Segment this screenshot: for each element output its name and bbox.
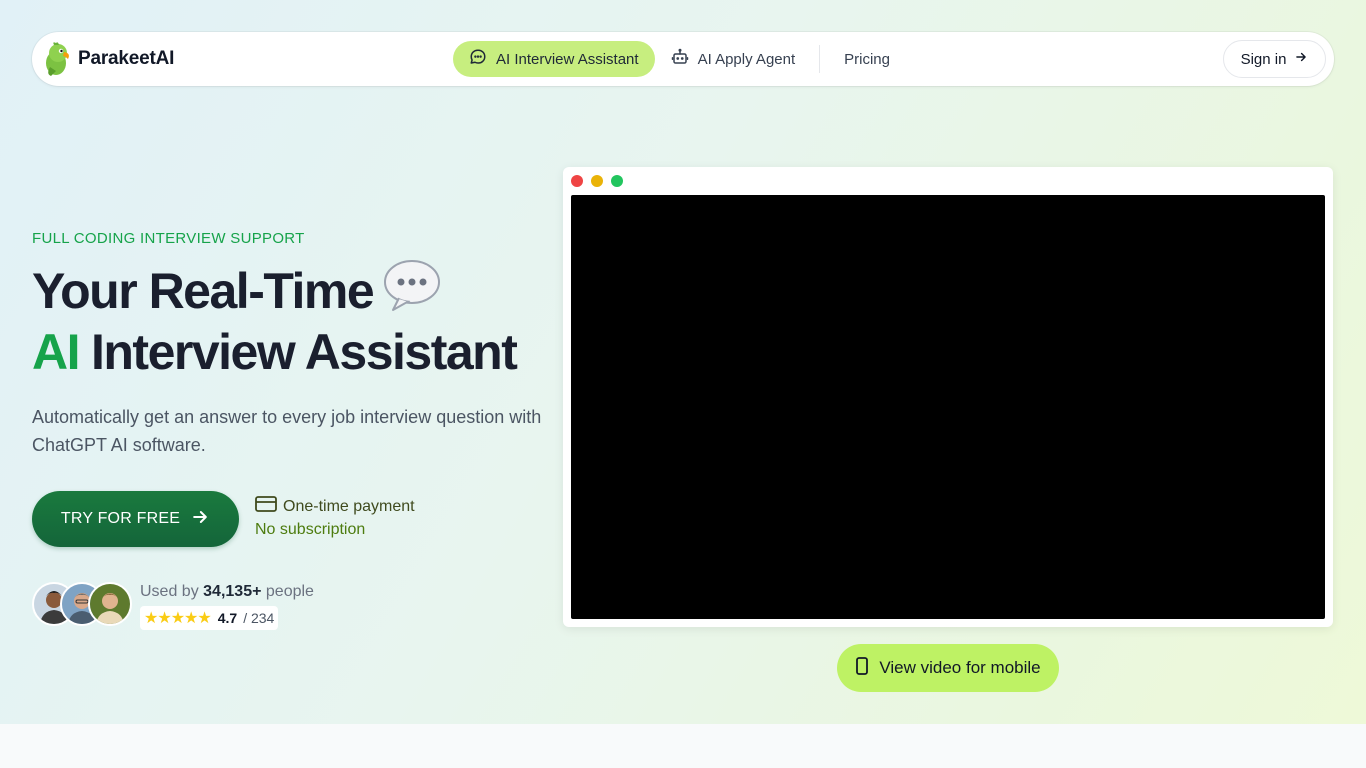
brand-logo[interactable]: ParakeetAI bbox=[42, 41, 174, 77]
mobile-button-label: View video for mobile bbox=[879, 658, 1041, 677]
headline-line-2: Interview Assistant bbox=[91, 324, 518, 380]
navbar: ParakeetAI AI Interview Assistant AI App… bbox=[32, 32, 1334, 86]
star-rating-icon: ★★★★★ bbox=[144, 610, 212, 627]
rating-count: / 234 bbox=[243, 610, 275, 626]
next-section bbox=[0, 724, 1366, 768]
user-avatars bbox=[32, 582, 132, 626]
rating-score: 4.7 bbox=[217, 610, 238, 626]
nav-ai-apply-agent[interactable]: AI Apply Agent bbox=[655, 41, 812, 77]
arrow-right-icon bbox=[190, 507, 210, 532]
social-text: Used by 34,135+ people ★★★★★ 4.7 / 234 bbox=[140, 582, 314, 630]
cta-label: TRY FOR FREE bbox=[60, 510, 181, 527]
hero-eyebrow: FULL CODING INTERVIEW SUPPORT bbox=[32, 230, 305, 247]
used-by-text: Used by 34,135+ people bbox=[140, 582, 314, 602]
nav-item-label: Pricing bbox=[844, 50, 890, 68]
view-mobile-video-button[interactable]: View video for mobile bbox=[837, 644, 1059, 692]
payment-info: One-time payment No subscription bbox=[255, 496, 415, 539]
nav-pricing[interactable]: Pricing bbox=[828, 41, 906, 77]
used-by-prefix: Used by bbox=[140, 583, 199, 600]
rating-badge: ★★★★★ 4.7 / 234 bbox=[140, 606, 279, 630]
sign-in-button[interactable]: Sign in bbox=[1223, 40, 1326, 78]
social-proof: Used by 34,135+ people ★★★★★ 4.7 / 234 bbox=[32, 582, 314, 630]
hero-headline: Your Real-Time AI Interview Assistant bbox=[32, 258, 518, 381]
brand-name: ParakeetAI bbox=[78, 48, 175, 69]
payment-label: One-time payment bbox=[283, 497, 415, 515]
window-close-dot bbox=[571, 175, 583, 187]
window-minimize-dot bbox=[591, 175, 603, 187]
headline-line-1: Your Real-Time bbox=[32, 262, 375, 319]
chat-bubble-icon bbox=[469, 48, 487, 70]
headline-accent: AI bbox=[32, 324, 81, 380]
nav-divider bbox=[819, 45, 821, 73]
arrow-right-icon bbox=[1294, 50, 1308, 68]
nav-item-label: AI Apply Agent bbox=[697, 50, 796, 68]
main-nav: AI Interview Assistant AI Apply Agent Pr… bbox=[453, 41, 906, 77]
avatar bbox=[88, 582, 132, 626]
parakeet-logo-icon bbox=[42, 41, 72, 77]
demo-video-window bbox=[563, 167, 1333, 627]
hero-subtitle: Automatically get an answer to every job… bbox=[32, 407, 542, 455]
window-maximize-dot bbox=[611, 175, 623, 187]
nav-ai-interview-assistant[interactable]: AI Interview Assistant bbox=[453, 41, 655, 77]
speech-balloon-icon bbox=[383, 258, 441, 324]
sign-in-label: Sign in bbox=[1240, 50, 1287, 68]
used-by-suffix: people bbox=[265, 583, 314, 600]
used-by-count: 34,135+ bbox=[203, 583, 262, 600]
nav-item-label: AI Interview Assistant bbox=[496, 50, 639, 68]
robot-icon bbox=[671, 48, 689, 70]
credit-card-icon bbox=[255, 496, 277, 517]
try-for-free-button[interactable]: TRY FOR FREE bbox=[32, 491, 239, 547]
demo-video-player[interactable] bbox=[571, 195, 1325, 619]
payment-sub: No subscription bbox=[255, 521, 366, 538]
smartphone-icon bbox=[855, 656, 869, 680]
